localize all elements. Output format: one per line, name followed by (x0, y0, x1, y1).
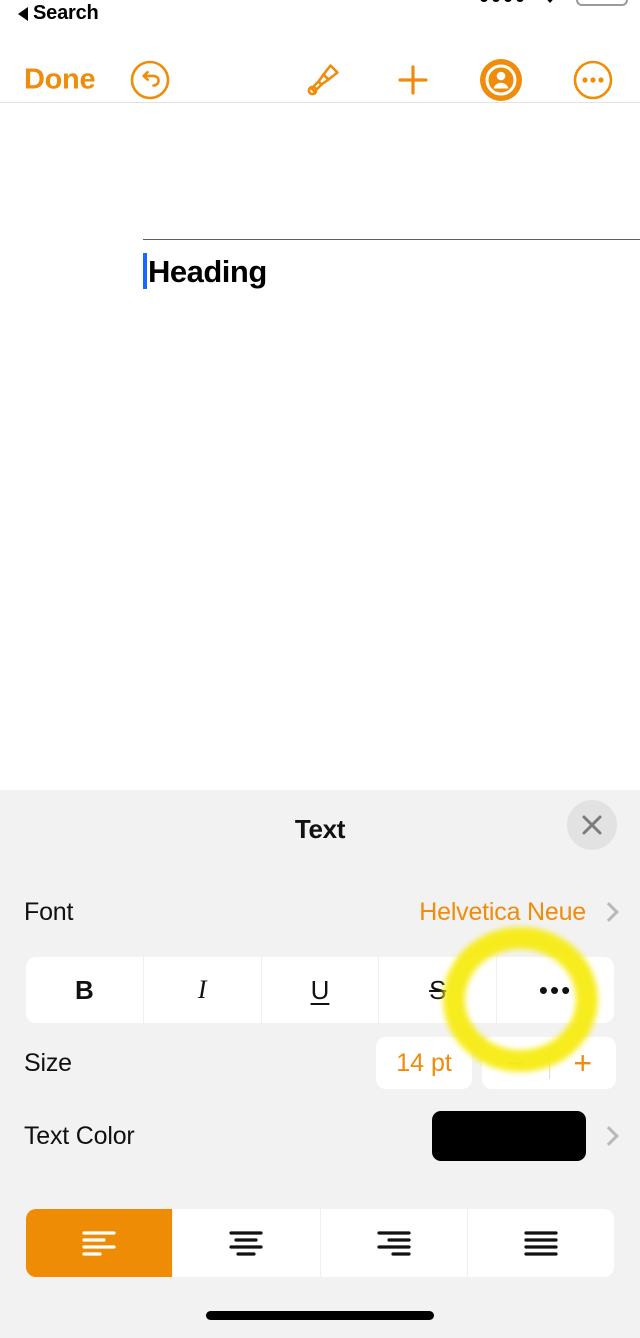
top-toolbar: Done (0, 30, 640, 103)
account-button[interactable] (478, 57, 524, 103)
size-stepper: − + (482, 1037, 616, 1089)
align-left-button[interactable] (26, 1209, 174, 1277)
size-row: Size 14 pt − + (0, 1035, 640, 1091)
align-center-button[interactable] (173, 1209, 321, 1277)
close-panel-button[interactable] (567, 800, 617, 850)
home-indicator (206, 1311, 434, 1320)
size-label: Size (24, 1048, 72, 1077)
chevron-right-icon (599, 1126, 619, 1146)
text-color-row[interactable]: Text Color (0, 1108, 640, 1164)
plus-icon (398, 65, 428, 95)
back-triangle-icon (18, 6, 28, 21)
text-color-label: Text Color (24, 1121, 135, 1150)
status-bar-indicators (480, 0, 628, 6)
insert-button[interactable] (390, 57, 436, 103)
text-format-panel: Text Font Helvetica Neue B I U S ••• Siz… (0, 790, 640, 1338)
size-decrease-button[interactable]: − (482, 1037, 549, 1089)
done-button[interactable]: Done (24, 64, 96, 97)
align-left-icon (82, 1231, 116, 1256)
format-brush-button[interactable] (300, 57, 346, 103)
document-heading[interactable]: Heading (143, 249, 267, 293)
signal-dots-icon (480, 0, 524, 2)
heading-text: Heading (148, 253, 267, 289)
account-circle-icon (480, 59, 522, 101)
text-color-swatch[interactable] (432, 1111, 586, 1161)
battery-icon (576, 0, 628, 6)
text-style-segmented-control: B I U S ••• (26, 957, 614, 1023)
bold-button[interactable]: B (26, 957, 144, 1023)
undo-button[interactable] (127, 57, 173, 103)
align-right-icon (377, 1231, 411, 1256)
more-text-options-button[interactable]: ••• (497, 957, 614, 1023)
more-options-button[interactable] (570, 57, 616, 103)
panel-title: Text (294, 814, 346, 844)
undo-circle-icon (130, 60, 170, 100)
alignment-segmented-control (26, 1209, 614, 1277)
size-value[interactable]: 14 pt (376, 1037, 472, 1089)
strikethrough-button[interactable]: S (379, 957, 498, 1023)
wifi-arrow-icon (542, 0, 558, 3)
paintbrush-icon (307, 64, 339, 96)
font-row[interactable]: Font Helvetica Neue (0, 888, 640, 936)
align-right-button[interactable] (321, 1209, 468, 1277)
underline-button[interactable]: U (262, 957, 380, 1023)
align-center-icon (229, 1231, 263, 1256)
status-bar-back-to-search[interactable]: Search (18, 2, 99, 25)
font-label: Font (24, 897, 74, 926)
app-root: Search Done Heading Text Font Helvetica … (0, 0, 640, 1338)
close-icon (582, 815, 602, 835)
more-circle-icon (573, 60, 613, 100)
size-increase-button[interactable]: + (550, 1037, 617, 1089)
italic-button[interactable]: I (144, 957, 262, 1023)
chevron-right-icon (599, 902, 619, 922)
panel-header: Text (0, 790, 640, 860)
align-justify-icon (524, 1231, 558, 1256)
heading-rule (143, 239, 640, 240)
status-bar-back-label: Search (33, 2, 99, 24)
document-canvas[interactable]: Heading (0, 104, 640, 790)
status-bar: Search (0, 0, 640, 30)
align-justify-button[interactable] (468, 1209, 614, 1277)
font-value: Helvetica Neue (419, 897, 586, 926)
